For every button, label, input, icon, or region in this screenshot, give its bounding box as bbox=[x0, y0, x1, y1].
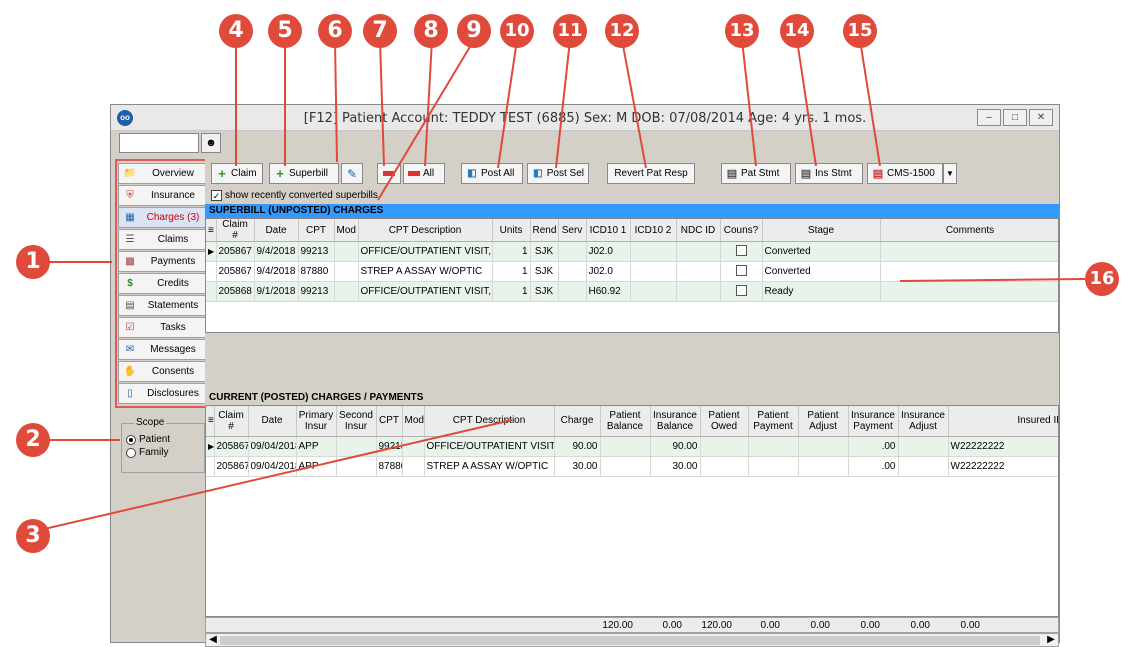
callout-badge: 3 bbox=[16, 519, 50, 553]
callout-arrows bbox=[39, 39, 1086, 531]
callout-badge: 15 bbox=[843, 14, 877, 48]
callout-badge: 12 bbox=[605, 14, 639, 48]
callout-badge: 9 bbox=[457, 14, 491, 48]
callout-badge: 1 bbox=[16, 245, 50, 279]
callout-badge: 4 bbox=[219, 14, 253, 48]
callout-badge: 14 bbox=[780, 14, 814, 48]
callout-badge: 5 bbox=[268, 14, 302, 48]
callout-badge: 13 bbox=[725, 14, 759, 48]
callout-badge: 8 bbox=[414, 14, 448, 48]
callout-badge: 16 bbox=[1085, 262, 1119, 296]
callout-badge: 10 bbox=[500, 14, 534, 48]
callout-badge: 7 bbox=[363, 14, 397, 48]
callout-badge: 2 bbox=[16, 423, 50, 457]
callout-badge: 6 bbox=[318, 14, 352, 48]
callout-badge: 11 bbox=[553, 14, 587, 48]
